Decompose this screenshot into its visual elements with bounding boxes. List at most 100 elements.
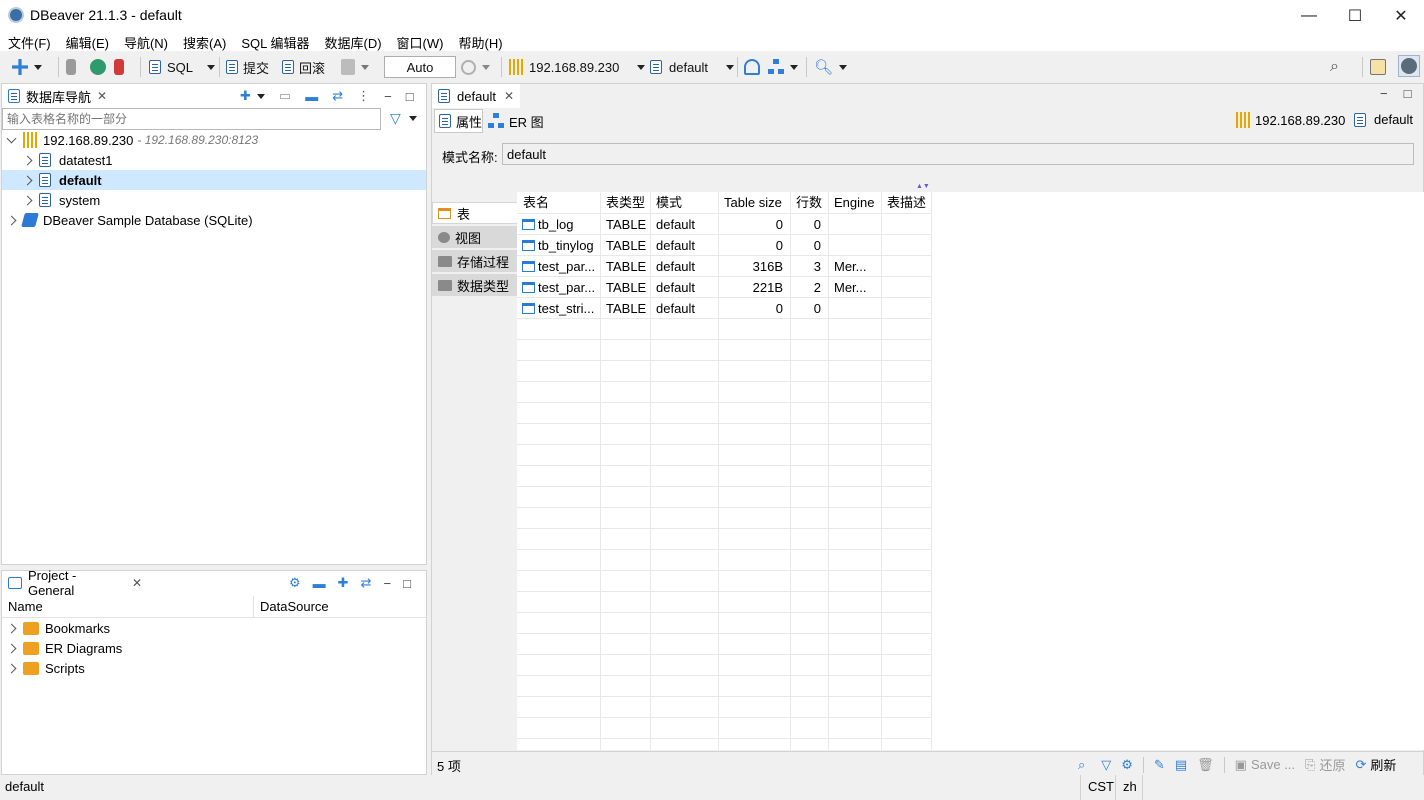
grid-cell[interactable]: 0 <box>790 298 821 319</box>
grid-column-header[interactable]: 模式 <box>656 192 682 214</box>
maximize-button[interactable]: ☐ <box>1332 0 1378 31</box>
grid-cell[interactable]: default <box>656 256 714 277</box>
transaction-mode-button[interactable] <box>341 57 369 77</box>
grid-cell[interactable]: default <box>656 298 714 319</box>
grid-cell[interactable] <box>887 298 927 319</box>
status-timezone[interactable]: CST <box>1088 779 1114 794</box>
sidetab-datatypes[interactable]: 数据类型 <box>432 274 517 296</box>
grid-cell[interactable]: 2 <box>790 277 821 298</box>
grid-cell[interactable]: 0 <box>790 235 821 256</box>
table-icon[interactable]: ▤ <box>1175 757 1187 773</box>
close-icon[interactable]: ✕ <box>132 576 142 590</box>
table-row[interactable]: test_stri... TABLE default 0 0 <box>517 298 931 319</box>
grid-cell[interactable]: 0 <box>718 235 783 256</box>
grid-cell[interactable]: TABLE <box>606 256 646 277</box>
minimize-panel-icon[interactable]: − <box>384 89 392 104</box>
sidetab-procedures[interactable]: 存储过程 <box>432 250 517 272</box>
filter-icon[interactable]: ▽ <box>1101 757 1111 773</box>
schema-name-field[interactable] <box>502 143 1414 165</box>
dashboard-button[interactable] <box>744 57 760 77</box>
grid-cell[interactable]: TABLE <box>606 277 646 298</box>
tree-db-system[interactable]: system <box>22 190 100 210</box>
search-icon[interactable]: ⌕ <box>1078 757 1085 773</box>
grid-cell[interactable]: 0 <box>718 298 783 319</box>
connect-button[interactable] <box>66 57 76 77</box>
new-connection-icon[interactable]: ✚ <box>240 88 251 104</box>
close-icon[interactable]: ✕ <box>504 89 514 103</box>
tab-editor-default[interactable]: default ✕ <box>432 84 520 108</box>
grid-cell[interactable]: 221B <box>718 277 783 298</box>
collapse-all-icon[interactable]: ▬ <box>305 89 318 104</box>
collapse-arrows-icon[interactable]: ▲▼ <box>916 183 930 190</box>
open-perspective-button[interactable] <box>1370 57 1386 77</box>
grid-column-header[interactable]: 表名 <box>523 192 549 214</box>
minimize-button[interactable]: — <box>1286 0 1332 31</box>
table-row[interactable]: tb_tinylog TABLE default 0 0 <box>517 235 931 256</box>
grid-cell[interactable]: default <box>656 235 714 256</box>
subtab-er-diagram[interactable]: ER 图 <box>486 109 544 133</box>
cell-table-name[interactable]: tb_log <box>522 214 599 235</box>
grid-cell[interactable]: TABLE <box>606 214 646 235</box>
gear-icon[interactable]: ⚙ <box>1121 757 1133 773</box>
er-diagram-button[interactable] <box>768 57 798 77</box>
edit-icon[interactable]: ✎ <box>1154 757 1165 773</box>
view-menu-icon[interactable]: ⋮ <box>357 88 370 104</box>
grid-cell[interactable]: 0 <box>790 214 821 235</box>
grid-column-header[interactable]: Table size <box>724 192 782 214</box>
tree-sqlite-connection[interactable]: DBeaver Sample Database (SQLite) <box>6 210 253 230</box>
filter-settings-button[interactable]: ▽ <box>390 110 417 127</box>
tab-project-general[interactable]: Project - General ✕ <box>2 568 142 598</box>
sidetab-tables[interactable]: 表 <box>432 202 517 224</box>
expand-all-icon[interactable]: ✚ <box>338 575 349 591</box>
grid-cell[interactable] <box>887 277 927 298</box>
link-editor-icon[interactable]: ⇄ <box>332 88 343 104</box>
new-connection-button[interactable] <box>12 57 42 77</box>
grid-cell[interactable]: Mer... <box>834 256 877 277</box>
tx-mode-field[interactable]: Auto <box>384 56 456 78</box>
refresh-button[interactable]: ⟳ 刷新 <box>1355 755 1396 774</box>
tree-db-datatest1[interactable]: datatest1 <box>22 150 113 170</box>
grid-cell[interactable] <box>887 235 927 256</box>
cell-table-name[interactable]: tb_tinylog <box>522 235 599 256</box>
menu-sql-editor[interactable]: SQL 编辑器 <box>233 31 316 51</box>
table-row[interactable]: tb_log TABLE default 0 0 <box>517 214 931 235</box>
menu-window[interactable]: 窗口(W) <box>389 31 451 51</box>
save-button[interactable]: ▣ Save ... <box>1235 757 1295 773</box>
editor-connection-indicator[interactable]: 192.168.89.230 <box>1236 112 1345 128</box>
new-folder-icon[interactable]: ▭ <box>279 88 291 104</box>
minimize-panel-icon[interactable]: − <box>383 576 391 591</box>
grid-cell[interactable] <box>887 214 927 235</box>
maximize-panel-icon[interactable]: □ <box>406 89 414 104</box>
grid-cell[interactable] <box>834 214 877 235</box>
close-icon[interactable]: ✕ <box>97 89 107 103</box>
revert-button[interactable]: ⎘ 还原 <box>1305 755 1345 774</box>
maximize-panel-icon[interactable]: □ <box>1404 86 1412 101</box>
gear-icon[interactable]: ⚙ <box>289 575 301 591</box>
reconnect-button[interactable] <box>90 57 106 77</box>
active-connection-selector[interactable]: 192.168.89.230 <box>509 57 646 77</box>
collapse-all-icon[interactable]: ▬ <box>313 576 326 591</box>
disconnect-button[interactable] <box>114 57 124 77</box>
grid-cell[interactable] <box>834 298 877 319</box>
tree-connection-node[interactable]: 192.168.89.230 - 192.168.89.230:8123 <box>6 130 258 150</box>
navigator-filter-input[interactable] <box>2 108 381 130</box>
global-search-button[interactable]: ⌕ <box>1330 57 1339 77</box>
link-editor-icon[interactable]: ⇄ <box>361 575 372 591</box>
grid-cell[interactable] <box>887 256 927 277</box>
minimize-panel-icon[interactable]: − <box>1380 86 1388 101</box>
menu-database[interactable]: 数据库(D) <box>317 31 389 51</box>
grid-column-header[interactable]: 表类型 <box>606 192 645 214</box>
rollback-button[interactable]: 回滚 <box>282 57 325 77</box>
chevron-down-icon[interactable] <box>256 93 265 99</box>
cell-table-name[interactable]: test_stri... <box>522 298 599 319</box>
maximize-panel-icon[interactable]: □ <box>403 576 411 591</box>
menu-help[interactable]: 帮助(H) <box>450 31 509 51</box>
status-locale[interactable]: zh <box>1123 779 1137 794</box>
menu-file[interactable]: 文件(F) <box>0 31 58 51</box>
project-item-scripts[interactable]: Scripts <box>6 658 85 678</box>
grid-cell[interactable]: 0 <box>718 214 783 235</box>
sidetab-views[interactable]: 视图 <box>432 226 517 248</box>
close-button[interactable]: ✕ <box>1378 0 1424 31</box>
search-toolbar-button[interactable]: 🔍︎ <box>814 57 848 77</box>
grid-column-header[interactable]: Engine <box>834 192 874 214</box>
